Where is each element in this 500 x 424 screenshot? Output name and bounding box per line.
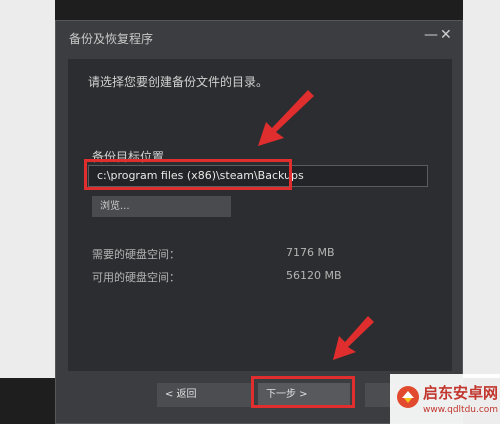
- content-panel: 请选择您要创建备份文件的目录。 备份目标位置 c:\program files …: [68, 59, 452, 371]
- background-bottom-left: [0, 378, 55, 424]
- watermark-title: 启东安卓网: [423, 384, 499, 402]
- minimize-icon[interactable]: —: [424, 27, 438, 43]
- window-title: 备份及恢复程序: [69, 32, 154, 46]
- path-highlight-box: [84, 159, 292, 190]
- available-space-label: 可用的硬盘空间：: [92, 271, 180, 284]
- close-icon[interactable]: ✕: [440, 27, 452, 43]
- available-space-value: 56120 MB: [286, 269, 342, 282]
- back-button[interactable]: < 返回: [157, 383, 251, 407]
- browse-button[interactable]: 浏览...: [92, 196, 231, 217]
- watermark-logo-icon: [397, 386, 419, 408]
- watermark-url: www.qdltdu.com: [423, 405, 499, 415]
- background-right: [463, 0, 500, 424]
- next-highlight-box: [251, 376, 355, 408]
- instruction-text: 请选择您要创建备份文件的目录。: [88, 75, 269, 89]
- watermark: 启东安卓网 www.qdltdu.com: [390, 374, 500, 424]
- background-left: [0, 0, 55, 424]
- backup-restore-dialog: 备份及恢复程序 — ✕ 请选择您要创建备份文件的目录。 备份目标位置 c:\pr…: [55, 20, 463, 424]
- required-space-label: 需要的硬盘空间：: [92, 248, 180, 261]
- required-space-value: 7176 MB: [286, 246, 335, 259]
